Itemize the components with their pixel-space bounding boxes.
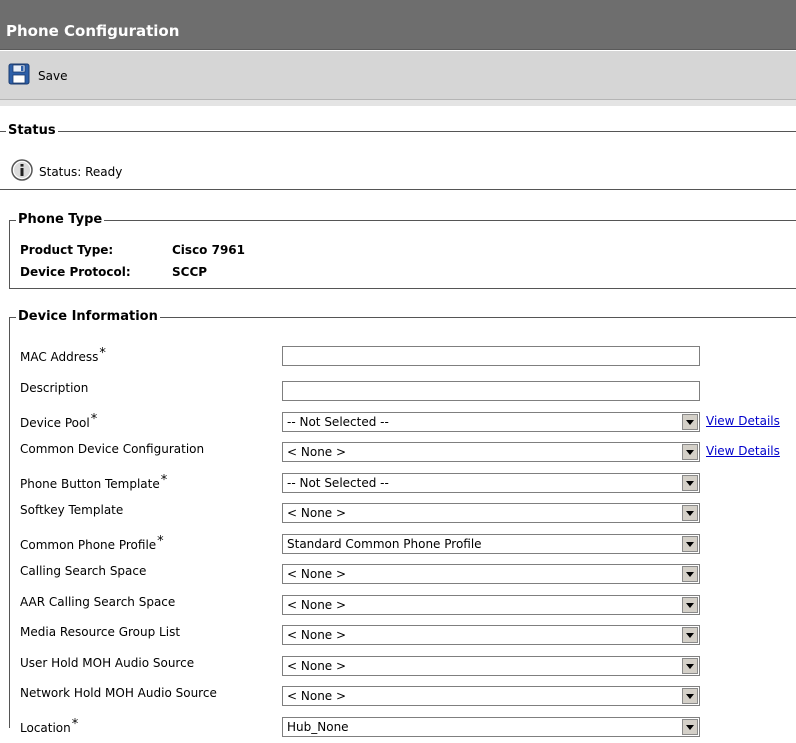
page-title: Phone Configuration [0, 0, 796, 50]
dropdown-arrow-icon[interactable] [682, 566, 698, 582]
media-resource-group-list-label: Media Resource Group List [20, 625, 180, 639]
media-resource-group-list-label-text: Media Resource Group List [20, 625, 181, 639]
dropdown-arrow-icon[interactable] [682, 475, 698, 491]
field-row-media-resource-group-list: Media Resource Group List < None > [20, 625, 790, 651]
status-legend: Status [8, 123, 56, 138]
required-asterisk: * [90, 412, 98, 427]
mac-address-label: MAC Address* [20, 346, 106, 364]
save-label: Save [38, 68, 68, 83]
device-protocol-value: SCCP [172, 265, 208, 279]
phone-button-template-label-text: Phone Button Template [20, 477, 160, 491]
phone-type-legend: Phone Type [18, 212, 103, 227]
user-hold-moh-audio-source-label-text: User Hold MOH Audio Source [20, 656, 195, 670]
phone-button-template-label: Phone Button Template* [20, 473, 167, 491]
floppy-disk-icon [8, 63, 30, 88]
device-protocol-label: Device Protocol: [20, 265, 131, 279]
dropdown-arrow-icon[interactable] [682, 658, 698, 674]
field-row-common-phone-profile: Common Phone Profile* Standard Common Pho… [20, 534, 790, 560]
description-label-text: Description [20, 381, 89, 395]
field-row-location: Location* Hub_None [20, 717, 790, 743]
device-information-section: Device Information MAC Address* Descripti… [9, 309, 796, 737]
field-row-device-pool: Device Pool* -- Not Selected -- View Detai… [20, 412, 790, 438]
calling-search-space-selected-value: < None > [287, 567, 347, 581]
aar-calling-search-space-selected-value: < None > [287, 598, 347, 612]
network-hold-moh-audio-source-select[interactable]: < None > [282, 686, 700, 706]
field-row-softkey-template: Softkey Template < None > [20, 503, 790, 529]
device-pool-view-details-link[interactable]: View Details [706, 414, 780, 428]
phone-button-template-select[interactable]: -- Not Selected -- [282, 473, 700, 493]
toolbar-divider [0, 100, 796, 106]
field-row-user-hold-moh-audio-source: User Hold MOH Audio Source < None > [20, 656, 790, 682]
dropdown-arrow-icon[interactable] [682, 719, 698, 735]
dropdown-arrow-icon[interactable] [682, 536, 698, 552]
aar-calling-search-space-select[interactable]: < None > [282, 595, 700, 615]
field-row-network-hold-moh-audio-source: Network Hold MOH Audio Source < None > [20, 686, 790, 712]
aar-calling-search-space-label: AAR Calling Search Space [20, 595, 175, 609]
field-row-aar-calling-search-space: AAR Calling Search Space < None > [20, 595, 790, 621]
field-row-calling-search-space: Calling Search Space < None > [20, 564, 790, 590]
dropdown-arrow-icon[interactable] [682, 444, 698, 460]
mac-address-label-text: MAC Address [20, 350, 99, 364]
dropdown-arrow-icon[interactable] [682, 688, 698, 704]
phone-type-section: Phone Type Product Type: Cisco 7961 Devic… [9, 213, 796, 289]
network-hold-moh-audio-source-selected-value: < None > [287, 689, 347, 703]
common-phone-profile-label-text: Common Phone Profile [20, 538, 157, 552]
calling-search-space-label: Calling Search Space [20, 564, 146, 578]
media-resource-group-list-select[interactable]: < None > [282, 625, 700, 645]
save-button[interactable]: Save [8, 63, 67, 88]
description-label: Description [20, 381, 88, 395]
device-pool-label: Device Pool* [20, 412, 97, 430]
description-input[interactable] [282, 381, 700, 401]
softkey-template-selected-value: < None > [287, 506, 347, 520]
network-hold-moh-audio-source-label-text: Network Hold MOH Audio Source [20, 686, 217, 700]
common-device-configuration-label: Common Device Configuration [20, 442, 204, 456]
common-device-configuration-view-details-link[interactable]: View Details [706, 444, 780, 458]
location-selected-value: Hub_None [287, 720, 349, 734]
product-type-value: Cisco 7961 [172, 243, 245, 257]
required-asterisk: * [99, 346, 106, 361]
location-select[interactable]: Hub_None [282, 717, 700, 737]
softkey-template-select[interactable]: < None > [282, 503, 700, 523]
calling-search-space-select[interactable]: < None > [282, 564, 700, 584]
required-asterisk: * [160, 473, 168, 488]
product-type-label: Product Type: [20, 243, 114, 257]
user-hold-moh-audio-source-label: User Hold MOH Audio Source [20, 656, 194, 670]
dropdown-arrow-icon[interactable] [682, 414, 698, 430]
phone-button-template-selected-value: -- Not Selected -- [287, 476, 389, 490]
required-asterisk: * [157, 534, 164, 549]
dropdown-arrow-icon[interactable] [682, 597, 698, 613]
device-pool-label-text: Device Pool [20, 416, 90, 430]
common-device-configuration-select[interactable]: < None > [282, 442, 700, 462]
common-device-configuration-label-text: Common Device Configuration [20, 442, 205, 456]
status-text: Status: Ready [39, 164, 123, 179]
device-pool-selected-value: -- Not Selected -- [287, 415, 389, 429]
field-row-phone-button-template: Phone Button Template* -- Not Selected -- [20, 473, 790, 499]
calling-search-space-label-text: Calling Search Space [20, 564, 147, 578]
required-asterisk: * [71, 717, 79, 732]
field-row-description: Description [20, 381, 790, 407]
status-section: Status Status: Ready [0, 124, 796, 190]
media-resource-group-list-selected-value: < None > [287, 628, 347, 642]
softkey-template-label-text: Softkey Template [20, 503, 124, 517]
location-label: Location* [20, 717, 78, 735]
common-phone-profile-select[interactable]: Standard Common Phone Profile [282, 534, 700, 554]
device-information-legend: Device Information [18, 309, 158, 324]
user-hold-moh-audio-source-select[interactable]: < None > [282, 656, 700, 676]
dropdown-arrow-icon[interactable] [682, 627, 698, 643]
info-icon [11, 159, 33, 184]
location-label-text: Location [20, 721, 71, 735]
toolbar: Save [0, 51, 796, 100]
network-hold-moh-audio-source-label: Network Hold MOH Audio Source [20, 686, 217, 700]
softkey-template-label: Softkey Template [20, 503, 123, 517]
aar-calling-search-space-label-text: AAR Calling Search Space [20, 595, 176, 609]
field-row-mac-address: MAC Address* [20, 346, 790, 372]
common-device-configuration-selected-value: < None > [287, 445, 347, 459]
field-row-common-device-configuration: Common Device Configuration < None > View … [20, 442, 790, 468]
common-phone-profile-selected-value: Standard Common Phone Profile [287, 537, 482, 551]
device-pool-select[interactable]: -- Not Selected -- [282, 412, 700, 432]
mac-address-input[interactable] [282, 346, 700, 366]
user-hold-moh-audio-source-selected-value: < None > [287, 659, 347, 673]
dropdown-arrow-icon[interactable] [682, 505, 698, 521]
common-phone-profile-label: Common Phone Profile* [20, 534, 164, 552]
